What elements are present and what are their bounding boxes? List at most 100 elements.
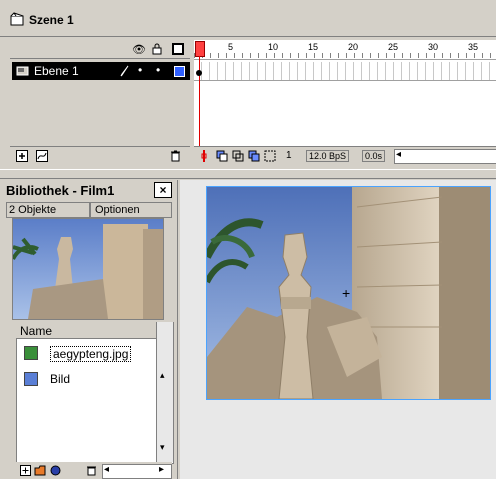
ruler-number: 15 xyxy=(308,42,319,52)
library-toolbar: ◂ ▸ xyxy=(16,462,172,479)
library-preview xyxy=(12,218,164,320)
ruler-tick xyxy=(482,53,483,58)
keyframe[interactable] xyxy=(196,70,202,76)
frame-rate: 12.0 BpS xyxy=(306,150,350,162)
library-options-menu[interactable]: Optionen xyxy=(90,202,172,218)
library-item[interactable]: Bild xyxy=(20,370,156,388)
scroll-up-arrow[interactable]: ▴ xyxy=(160,370,165,381)
modify-onion-markers-icon[interactable] xyxy=(264,150,276,162)
close-button[interactable]: × xyxy=(154,182,172,198)
scroll-left-arrow[interactable]: ◂ xyxy=(396,149,401,160)
layer-list-empty xyxy=(12,80,190,144)
ruler-tick xyxy=(426,53,427,58)
pencil-icon xyxy=(120,65,129,77)
ruler-tick xyxy=(226,53,227,58)
ruler-number: 30 xyxy=(428,42,439,52)
playhead[interactable] xyxy=(195,41,205,57)
visibility-dot[interactable]: • xyxy=(138,63,142,77)
ruler-tick xyxy=(330,53,331,58)
ruler-tick xyxy=(346,53,347,58)
ruler-number: 25 xyxy=(388,42,399,52)
ruler-tick xyxy=(314,53,315,58)
ruler-tick xyxy=(250,53,251,58)
elapsed-time: 0.0s xyxy=(362,150,386,162)
ruler-tick xyxy=(338,53,339,58)
ruler-tick xyxy=(266,53,267,58)
ruler-tick xyxy=(298,53,299,58)
library-title: Bibliothek - Film1 xyxy=(6,183,115,198)
layer-icon xyxy=(16,66,29,76)
scroll-down-arrow[interactable]: ▾ xyxy=(160,442,165,453)
ruler-tick xyxy=(274,53,275,58)
ruler-tick xyxy=(418,53,419,58)
ruler-number: 10 xyxy=(268,42,279,52)
ruler-tick xyxy=(362,53,363,58)
center-frame-icon[interactable] xyxy=(200,150,208,162)
delete-icon[interactable] xyxy=(86,465,97,476)
library-item-label: Bild xyxy=(50,372,71,386)
scroll-right-arrow[interactable]: ▸ xyxy=(159,464,164,475)
ruler-tick xyxy=(258,53,259,58)
layer-header: 👁 xyxy=(10,40,190,59)
new-symbol-icon[interactable] xyxy=(20,465,31,476)
ruler-tick xyxy=(354,53,355,58)
preview-image xyxy=(13,219,163,319)
library-item-label: aegypteng.jpg xyxy=(50,346,132,362)
frame-ruler[interactable]: 1 5 10 15 20 25 30 35 xyxy=(194,40,496,60)
layer-row-ebene1[interactable]: Ebene 1 • • xyxy=(12,62,190,80)
properties-icon[interactable] xyxy=(50,465,61,476)
edit-multiple-frames-icon[interactable] xyxy=(248,150,260,162)
scroll-left-arrow[interactable]: ◂ xyxy=(104,464,109,475)
timeline-status-bar: 1 12.0 BpS 0.0s ◂ xyxy=(194,146,496,165)
ruler-tick xyxy=(218,53,219,58)
ruler-tick xyxy=(210,53,211,58)
add-layer-icon[interactable] xyxy=(16,150,28,162)
ruler-number: 5 xyxy=(228,42,234,52)
ruler-tick xyxy=(290,53,291,58)
ruler-tick xyxy=(458,53,459,58)
trash-icon[interactable] xyxy=(170,150,181,162)
layer-name: Ebene 1 xyxy=(34,64,79,78)
frame-row[interactable] xyxy=(194,62,496,81)
column-header-name[interactable]: Name xyxy=(20,324,52,338)
scene-title: Szene 1 xyxy=(29,13,74,27)
ruler-tick xyxy=(450,53,451,58)
ruler-tick xyxy=(322,53,323,58)
ruler-number: 20 xyxy=(348,42,359,52)
stage-crosshair: + xyxy=(342,285,351,301)
ruler-tick xyxy=(282,53,283,58)
current-frame: 1 xyxy=(286,150,292,161)
timeline-hscroll[interactable]: ◂ xyxy=(394,149,496,164)
onion-outline-icon[interactable] xyxy=(232,150,244,162)
lock-dot[interactable]: • xyxy=(156,63,160,77)
ruler-tick xyxy=(386,53,387,58)
ruler-number: 35 xyxy=(468,42,479,52)
onion-skin-icon[interactable] xyxy=(216,150,228,162)
ruler-tick xyxy=(242,53,243,58)
ruler-tick xyxy=(370,53,371,58)
library-item[interactable]: aegypteng.jpg xyxy=(20,344,156,362)
lock-icon[interactable] xyxy=(152,43,162,55)
ruler-tick xyxy=(466,53,467,58)
ruler-tick xyxy=(306,53,307,58)
ruler-tick xyxy=(402,53,403,58)
bitmap-icon xyxy=(24,346,38,360)
library-vertical-scrollbar[interactable]: ▴ ▾ xyxy=(156,322,173,462)
add-guide-layer-icon[interactable] xyxy=(36,150,49,162)
ruler-tick xyxy=(474,53,475,58)
ruler-tick xyxy=(434,53,435,58)
outline-icon[interactable] xyxy=(172,43,184,55)
scene-bar xyxy=(0,0,496,37)
outline-color-swatch[interactable] xyxy=(174,66,185,77)
graphic-symbol-icon xyxy=(24,372,38,386)
eye-icon[interactable]: 👁 xyxy=(132,43,146,56)
scene-icon[interactable] xyxy=(10,12,24,26)
library-item-count: 2 Objekte xyxy=(6,202,90,218)
ruler-tick xyxy=(234,53,235,58)
ruler-tick xyxy=(490,53,491,58)
new-folder-icon[interactable] xyxy=(34,465,46,476)
panel-divider[interactable] xyxy=(0,169,496,179)
library-hscroll[interactable]: ◂ ▸ xyxy=(102,464,172,479)
ruler-tick xyxy=(410,53,411,58)
ruler-tick xyxy=(394,53,395,58)
